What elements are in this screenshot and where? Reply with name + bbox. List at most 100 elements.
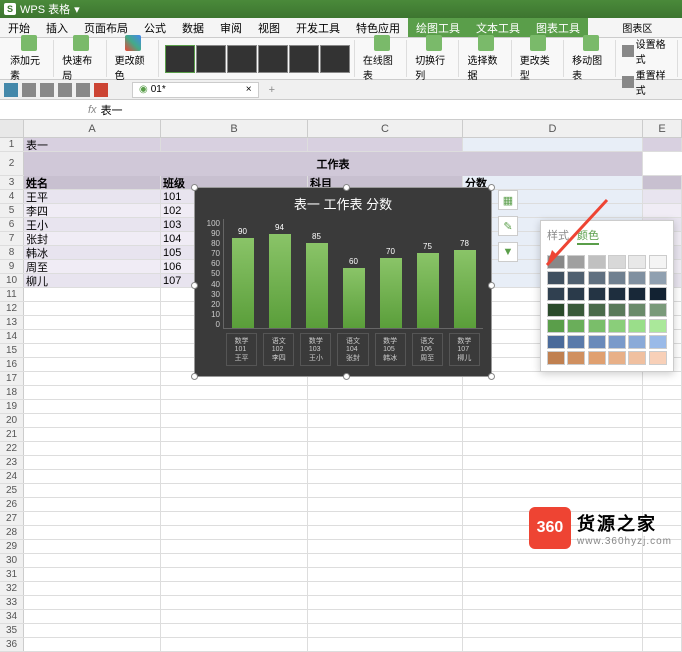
cell[interactable] xyxy=(24,302,161,315)
chart-area-dropdown[interactable]: 图表区 xyxy=(622,20,673,35)
cell[interactable] xyxy=(308,554,463,567)
cell[interactable] xyxy=(308,456,463,469)
add-tab-icon[interactable]: + xyxy=(269,84,275,96)
color-swatch[interactable] xyxy=(649,335,667,349)
cell[interactable] xyxy=(463,456,643,469)
row-header[interactable]: 21 xyxy=(0,428,24,441)
color-swatch[interactable] xyxy=(567,271,585,285)
cell[interactable] xyxy=(24,624,161,637)
cell[interactable] xyxy=(24,638,161,651)
cell[interactable]: 姓名 xyxy=(24,176,161,189)
cell[interactable] xyxy=(24,456,161,469)
row-header[interactable]: 3 xyxy=(0,176,24,189)
cell[interactable] xyxy=(308,470,463,483)
cell[interactable] xyxy=(643,386,682,399)
cell[interactable] xyxy=(463,638,643,651)
cell[interactable] xyxy=(308,400,463,413)
cell[interactable]: 周至 xyxy=(24,260,161,273)
chart-style-gallery[interactable] xyxy=(165,45,350,73)
color-swatch[interactable] xyxy=(588,351,606,365)
row-header[interactable]: 16 xyxy=(0,358,24,371)
cell[interactable] xyxy=(308,582,463,595)
color-swatch[interactable] xyxy=(547,255,565,269)
row-header[interactable]: 7 xyxy=(0,232,24,245)
cell[interactable] xyxy=(161,554,308,567)
cell[interactable] xyxy=(643,568,682,581)
cell[interactable] xyxy=(463,582,643,595)
cell[interactable] xyxy=(161,470,308,483)
cell[interactable] xyxy=(308,638,463,651)
color-swatch[interactable] xyxy=(608,335,626,349)
cell[interactable] xyxy=(24,414,161,427)
color-swatch[interactable] xyxy=(628,335,646,349)
cell[interactable] xyxy=(24,400,161,413)
row-header[interactable]: 2 xyxy=(0,152,24,175)
cell[interactable] xyxy=(24,610,161,623)
row-header[interactable]: 27 xyxy=(0,512,24,525)
color-swatch[interactable] xyxy=(628,271,646,285)
cell[interactable] xyxy=(161,568,308,581)
tab-review[interactable]: 审阅 xyxy=(212,18,250,37)
color-swatch[interactable] xyxy=(628,351,646,365)
color-swatch[interactable] xyxy=(628,255,646,269)
col-header-b[interactable]: B xyxy=(161,120,308,137)
cell[interactable] xyxy=(643,442,682,455)
cell[interactable] xyxy=(463,386,643,399)
cell[interactable] xyxy=(643,554,682,567)
cell[interactable] xyxy=(161,484,308,497)
cell[interactable] xyxy=(308,568,463,581)
select-data-button[interactable]: 选择数据 xyxy=(465,34,506,83)
redo-icon[interactable] xyxy=(40,83,54,97)
chart-styles-button[interactable]: ✎ xyxy=(498,216,518,236)
cell[interactable] xyxy=(161,526,308,539)
color-swatch[interactable] xyxy=(649,255,667,269)
cell[interactable] xyxy=(161,624,308,637)
chart-title[interactable]: 表一 工作表 分数 xyxy=(195,188,491,219)
color-swatch[interactable] xyxy=(567,287,585,301)
color-swatch[interactable] xyxy=(649,319,667,333)
color-swatch[interactable] xyxy=(649,287,667,301)
cell[interactable] xyxy=(643,400,682,413)
cell[interactable] xyxy=(643,470,682,483)
cell[interactable] xyxy=(463,568,643,581)
tab-data[interactable]: 数据 xyxy=(174,18,212,37)
cell[interactable] xyxy=(308,138,463,151)
color-swatch[interactable] xyxy=(608,287,626,301)
chart-bar[interactable] xyxy=(454,250,476,328)
row-header[interactable]: 25 xyxy=(0,484,24,497)
cell[interactable] xyxy=(24,330,161,343)
print-icon[interactable] xyxy=(58,83,72,97)
color-swatch[interactable] xyxy=(547,335,565,349)
cell[interactable] xyxy=(643,484,682,497)
col-header-d[interactable]: D xyxy=(463,120,643,137)
cell[interactable] xyxy=(161,498,308,511)
chart-bar[interactable] xyxy=(232,238,254,328)
cell[interactable] xyxy=(463,554,643,567)
color-swatch[interactable] xyxy=(628,303,646,317)
cell[interactable] xyxy=(308,386,463,399)
cell[interactable] xyxy=(24,316,161,329)
cell[interactable]: 表一 xyxy=(24,138,161,151)
color-swatch[interactable] xyxy=(547,303,565,317)
cell[interactable] xyxy=(463,138,643,151)
row-header[interactable]: 12 xyxy=(0,302,24,315)
cell[interactable] xyxy=(643,638,682,651)
cell[interactable] xyxy=(643,596,682,609)
chart-object[interactable]: 表一 工作表 分数 1009080706050403020100 9094856… xyxy=(194,187,492,377)
cell[interactable] xyxy=(161,582,308,595)
color-swatch[interactable] xyxy=(649,303,667,317)
color-swatch[interactable] xyxy=(588,255,606,269)
cell[interactable] xyxy=(24,526,161,539)
color-swatch[interactable] xyxy=(547,351,565,365)
row-header[interactable]: 19 xyxy=(0,400,24,413)
cell[interactable] xyxy=(463,624,643,637)
document-tab[interactable]: ◉ 01 * × xyxy=(132,82,259,98)
cell[interactable] xyxy=(24,372,161,385)
change-type-button[interactable]: 更改类型 xyxy=(518,34,559,83)
row-header[interactable]: 11 xyxy=(0,288,24,301)
row-header[interactable]: 10 xyxy=(0,274,24,287)
color-tab[interactable]: 颜色 xyxy=(577,227,599,245)
cell[interactable] xyxy=(308,596,463,609)
chart-elements-button[interactable]: ▦ xyxy=(498,190,518,210)
row-header[interactable]: 14 xyxy=(0,330,24,343)
